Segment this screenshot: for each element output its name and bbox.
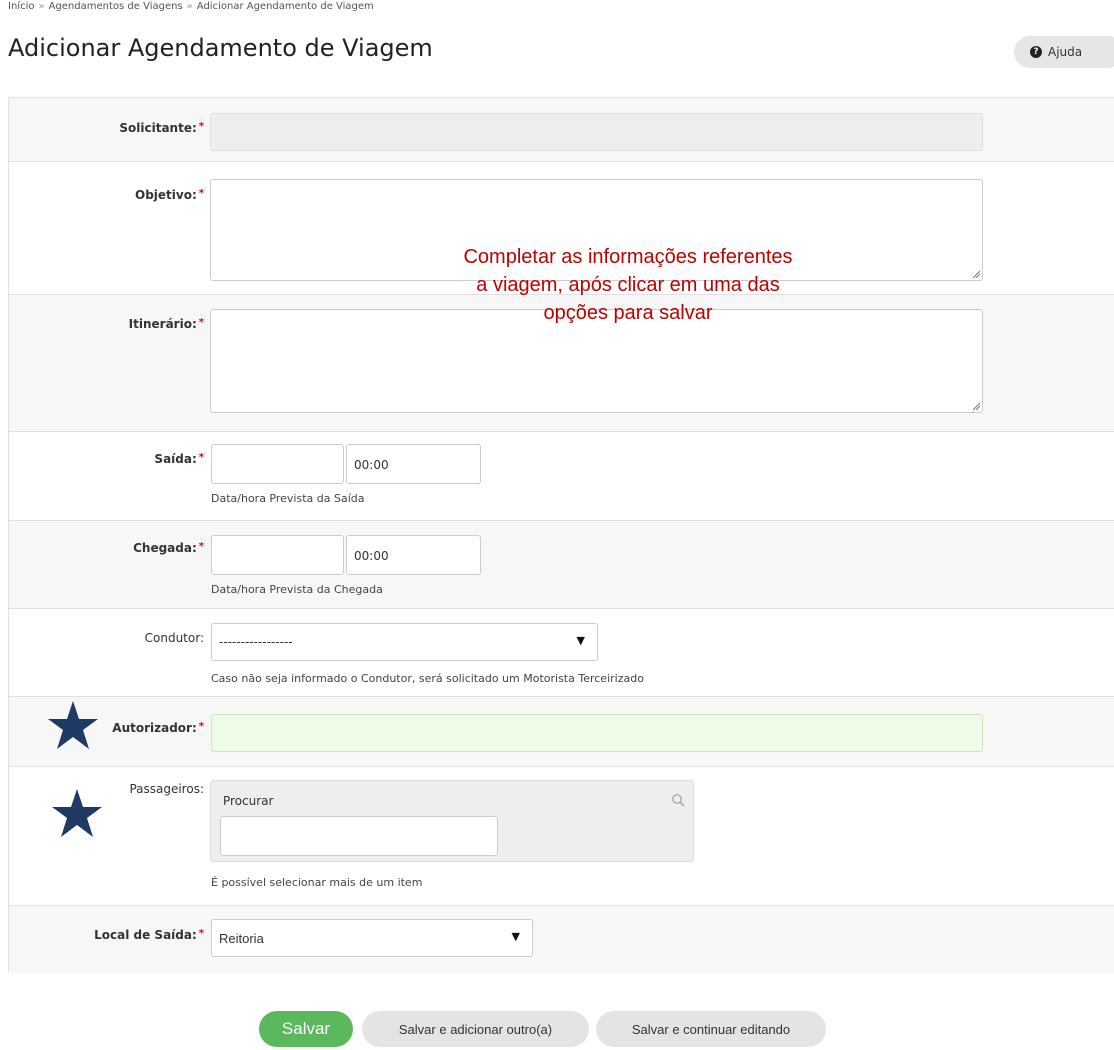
chegada-time-input[interactable]: 00:00	[346, 535, 481, 575]
autorizador-label: Autorizador: *	[112, 721, 204, 735]
annotation-line: opções para salvar	[543, 302, 713, 324]
annotation-line: Completar as informações referentes	[463, 246, 793, 268]
save-and-continue-editing-button[interactable]: Salvar e continuar editando	[596, 1011, 826, 1047]
passageiros-label: Passageiros:	[129, 782, 204, 796]
condutor-label: Condutor:	[144, 631, 204, 645]
saida-time-input[interactable]: 00:00	[346, 444, 481, 484]
chegada-help-text: Data/hora Prevista da Chegada	[211, 583, 383, 596]
breadcrumb: Início» Agendamentos de Viagens» Adicionar…	[8, 1, 374, 12]
dropdown-arrow-icon: ▼	[576, 634, 585, 647]
row-local-saida: Local de Saída: * Reitoria ▼	[9, 906, 1114, 973]
breadcrumb-current: Adicionar Agendamento de Viagem	[196, 1, 374, 12]
passageiros-search-box: Procurar	[210, 780, 694, 862]
breadcrumb-home[interactable]: Início	[8, 1, 34, 12]
local-saida-label: Local de Saída: *	[94, 928, 204, 942]
save-and-add-another-button[interactable]: Salvar e adicionar outro(a)	[362, 1011, 589, 1047]
itinerario-label: Itinerário: *	[128, 317, 204, 331]
row-solicitante: Solicitante: *	[9, 98, 1114, 162]
local-saida-selected-value: Reitoria	[219, 931, 264, 946]
resize-handle-icon[interactable]	[972, 402, 980, 410]
passageiros-search-label: Procurar	[223, 794, 274, 808]
annotation-line: a viagem, após clicar em uma das	[476, 274, 780, 296]
autorizador-input[interactable]	[211, 714, 983, 752]
row-passageiros: Passageiros: Procurar É possível selecio…	[9, 767, 1114, 906]
condutor-help-text: Caso não seja informado o Condutor, será…	[211, 672, 644, 685]
saida-time-value: 00:00	[354, 458, 389, 472]
row-autorizador: Autorizador: *	[9, 697, 1114, 767]
page-title: Adicionar Agendamento de Viagem	[8, 34, 433, 62]
objetivo-label: Objetivo: *	[135, 188, 204, 202]
help-button[interactable]: ? Ajuda	[1014, 36, 1114, 68]
solicitante-label: Solicitante: *	[119, 121, 204, 135]
solicitante-field	[210, 113, 983, 151]
row-saida: Saída: * 00:00 Data/hora Prevista da Saíd…	[9, 432, 1114, 521]
save-button[interactable]: Salvar	[259, 1011, 353, 1047]
condutor-selected-value: -----------------	[219, 635, 293, 649]
passageiros-search-input[interactable]	[220, 816, 498, 856]
saida-date-input[interactable]	[211, 444, 344, 484]
resize-handle-icon[interactable]	[972, 270, 980, 278]
search-icon[interactable]	[671, 793, 685, 807]
row-condutor: Condutor: ----------------- ▼ Caso não s…	[9, 609, 1114, 697]
breadcrumb-separator: »	[186, 1, 193, 12]
saida-help-text: Data/hora Prevista da Saída	[211, 492, 365, 505]
question-circle-icon: ?	[1030, 46, 1042, 58]
travel-form: Solicitante: * Objetivo: * Itinerário: * Sa…	[8, 97, 1114, 973]
chegada-date-input[interactable]	[211, 535, 344, 575]
saida-label: Saída: *	[154, 452, 204, 466]
help-button-label: Ajuda	[1048, 45, 1083, 59]
star-icon	[52, 789, 102, 837]
local-saida-select[interactable]: Reitoria ▼	[211, 919, 533, 957]
star-icon	[48, 701, 98, 749]
chegada-label: Chegada: *	[133, 541, 204, 555]
dropdown-arrow-icon: ▼	[511, 930, 520, 943]
instruction-annotation: Completar as informações referentes a vi…	[398, 243, 858, 327]
breadcrumb-agendamentos[interactable]: Agendamentos de Viagens	[49, 1, 183, 12]
row-chegada: Chegada: * 00:00 Data/hora Prevista da Ch…	[9, 521, 1114, 609]
chegada-time-value: 00:00	[354, 549, 389, 563]
breadcrumb-separator: »	[38, 1, 45, 12]
condutor-select[interactable]: ----------------- ▼	[211, 623, 598, 661]
passageiros-help-text: É possível selecionar mais de um item	[211, 876, 423, 889]
